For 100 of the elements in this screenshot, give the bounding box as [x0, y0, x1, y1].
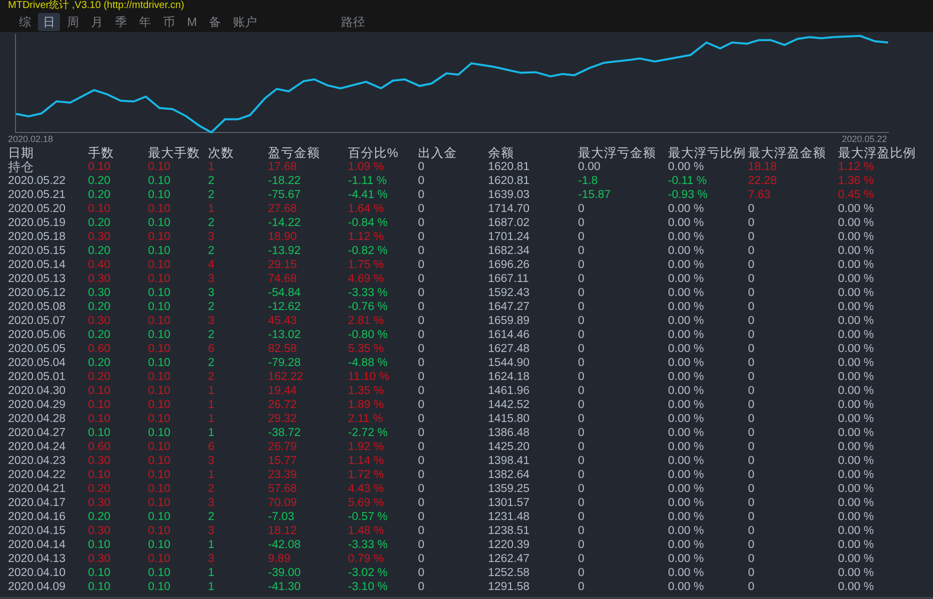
table-cell-text: 0.10: [148, 468, 172, 482]
table-cell-text: 0.10: [148, 300, 172, 314]
table-cell-text: 2020.04.24: [8, 440, 67, 454]
table-cell-text: 0.00 %: [838, 454, 875, 468]
table-cell-text: 3: [208, 272, 216, 286]
table-cell-text: 0.00 %: [668, 468, 705, 482]
table-cell-text: 0.10: [88, 412, 112, 426]
tab[interactable]: 季: [110, 13, 132, 31]
table-cell-text: 1.92 %: [348, 440, 385, 454]
table-cell-text: 0.00 %: [838, 384, 875, 398]
table-cell-text: 0.00 %: [668, 384, 705, 398]
table-cell-text: 2020.04.10: [8, 566, 67, 580]
table-cell-text: 0.10: [148, 356, 172, 370]
table-cell-text: 0: [578, 356, 586, 370]
table-cell-text: 0: [578, 328, 586, 342]
table-cell-text: 0: [578, 566, 586, 580]
table-cell-text: -41.30: [268, 580, 302, 594]
table-cell-text: 0.20: [88, 510, 112, 524]
table-cell-text: 0: [578, 202, 586, 216]
column-header: 最大浮盈金额: [748, 146, 827, 160]
table-cell-text: 0: [578, 258, 586, 272]
table-cell-text: 2: [208, 216, 216, 230]
table-cell-text: 0.10: [148, 328, 172, 342]
table-cell-text: 3: [208, 524, 216, 538]
tab[interactable]: 综: [14, 13, 36, 31]
table-cell-text: 0: [418, 286, 426, 300]
table-cell-text: 0: [748, 398, 756, 412]
table-cell-text: 0.45 %: [838, 188, 875, 202]
table-cell-text: 6: [208, 342, 216, 356]
table-cell-text: 0.00 %: [838, 468, 875, 482]
table-cell-text: 1: [208, 412, 216, 426]
table-cell-text: 5.69 %: [348, 496, 385, 510]
table-cell-text: 0: [578, 286, 586, 300]
table-cell-text: 0: [748, 230, 756, 244]
table-cell-text: 0: [748, 482, 756, 496]
table-cell-text: 0.20: [88, 328, 112, 342]
table-cell-text: 0: [418, 314, 426, 328]
table-cell-text: 0.79 %: [348, 552, 385, 566]
table-cell-text: 2020.05.07: [8, 314, 67, 328]
tab[interactable]: 周: [62, 13, 84, 31]
table-cell-text: 2020.04.27: [8, 426, 67, 440]
table-cell-text: -0.57 %: [348, 510, 389, 524]
table-cell-text: 0.00 %: [838, 328, 875, 342]
table-cell-text: 0: [578, 538, 586, 552]
tab[interactable]: 年: [134, 13, 156, 31]
table-cell-text: 0.10: [148, 566, 172, 580]
table-cell-text: 1701.24: [488, 230, 531, 244]
table-cell-text: 0: [578, 216, 586, 230]
table-cell-text: 0: [748, 524, 756, 538]
table-cell-text: 0: [578, 524, 586, 538]
table-cell-text: 0: [748, 342, 756, 356]
table-cell-text: 0: [578, 314, 586, 328]
table-cell-text: 0: [578, 468, 586, 482]
table-cell-text: 0.00 %: [668, 412, 705, 426]
table-cell-text: 0.00 %: [668, 202, 705, 216]
table-cell-text: 0.60: [88, 342, 112, 356]
table-cell-text: -39.00: [268, 566, 302, 580]
tab[interactable]: 备: [204, 13, 226, 31]
table-cell-text: 0: [578, 384, 586, 398]
table-cell-text: 0.10: [148, 160, 172, 174]
tab[interactable]: 月: [86, 13, 108, 31]
table-cell-text: -4.88 %: [348, 356, 389, 370]
table-cell-text: 0.10: [88, 398, 112, 412]
table-cell-text: -3.10 %: [348, 580, 389, 594]
table-cell-text: 0: [418, 272, 426, 286]
table-cell-text: 1620.81: [488, 160, 531, 174]
table-cell-text: 1262.47: [488, 552, 531, 566]
table-cell-text: 0: [748, 328, 756, 342]
table-cell-text: 0.10: [148, 342, 172, 356]
table-cell-text: 1714.70: [488, 202, 531, 216]
tab[interactable]: M: [182, 13, 202, 31]
table-cell-text: 0.00 %: [838, 580, 875, 594]
table-cell-text: 19.44: [268, 384, 298, 398]
table-cell-text: -75.67: [268, 188, 302, 202]
table-cell-text: 0.00 %: [838, 482, 875, 496]
column-header: 最大浮盈比例: [838, 146, 917, 160]
tab[interactable]: 币: [158, 13, 180, 31]
table-cell-text: -7.03: [268, 510, 296, 524]
tab[interactable]: 路径: [336, 13, 370, 31]
table-cell-text: 0.30: [88, 272, 112, 286]
table-cell-text: 0.00 %: [838, 244, 875, 258]
table-cell-text: 2020.04.23: [8, 454, 67, 468]
table-cell-text: 1: [208, 468, 216, 482]
table-cell-text: 2020.04.13: [8, 552, 67, 566]
table-cell-text: 0.00 %: [838, 496, 875, 510]
table-cell-text: -79.28: [268, 356, 302, 370]
table-cell-text: 0: [418, 454, 426, 468]
table-cell-text: 0.10: [88, 566, 112, 580]
tab[interactable]: 日: [38, 13, 60, 31]
table-cell-text: 2020.04.29: [8, 398, 67, 412]
table-cell-text: 0.00 %: [668, 440, 705, 454]
tab[interactable]: 账户: [228, 13, 262, 31]
column-header: 百分比%: [348, 146, 400, 160]
table-cell-text: 0.10: [148, 384, 172, 398]
table-cell-text: 18.12: [268, 524, 298, 538]
table-cell-text: 3: [208, 552, 216, 566]
table-cell-text: 0.00 %: [838, 552, 875, 566]
table-cell-text: 1.14 %: [348, 454, 385, 468]
table-cell-text: 0.00 %: [838, 258, 875, 272]
table-cell-text: 0: [418, 258, 426, 272]
